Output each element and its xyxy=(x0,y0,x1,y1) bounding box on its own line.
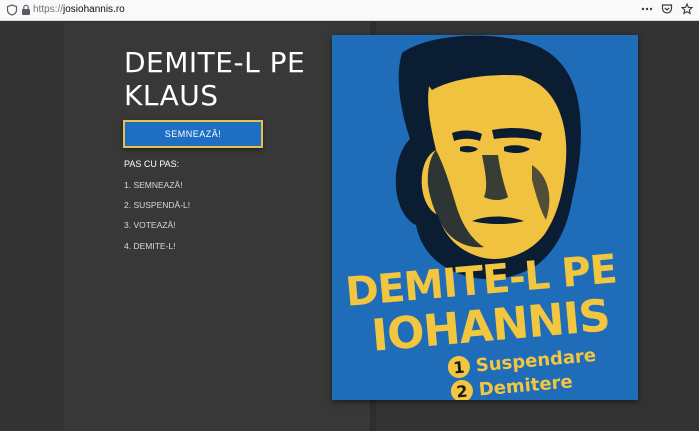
step-item-2: 2. SUSPENDĂ-L! xyxy=(124,200,191,210)
poster-item-number: 2 xyxy=(450,379,474,400)
sign-button[interactable]: SEMNEAZĂ! xyxy=(123,120,263,148)
poster-item-number: 1 xyxy=(447,355,471,379)
poster-item-label: Demitere xyxy=(477,370,574,400)
toolbar-actions xyxy=(641,3,693,15)
pocket-icon[interactable] xyxy=(661,3,673,15)
lock-icon[interactable] xyxy=(21,4,31,16)
bookmark-star-icon[interactable] xyxy=(681,3,693,15)
url-host: josiohannis.ro xyxy=(63,4,125,15)
step-item-1: 1. SEMNEAZĂ! xyxy=(124,180,183,190)
browser-toolbar: https://josiohannis.ro xyxy=(0,0,699,21)
url-bar[interactable]: https://josiohannis.ro xyxy=(33,3,125,17)
step-item-4: 4. DEMITE-L! xyxy=(124,241,176,251)
campaign-poster: DEMITE-L PE IOHANNIS 1 Suspendare 2 Demi… xyxy=(332,35,638,400)
shield-icon[interactable] xyxy=(6,4,18,16)
steps-title: PAS CU PAS: xyxy=(124,159,180,169)
step-item-3: 3. VOTEAZĂ! xyxy=(124,220,176,230)
page-headline: DEMITE-L PE KLAUS xyxy=(124,46,306,112)
more-actions-icon[interactable] xyxy=(641,3,653,15)
url-protocol: https:// xyxy=(33,4,64,15)
